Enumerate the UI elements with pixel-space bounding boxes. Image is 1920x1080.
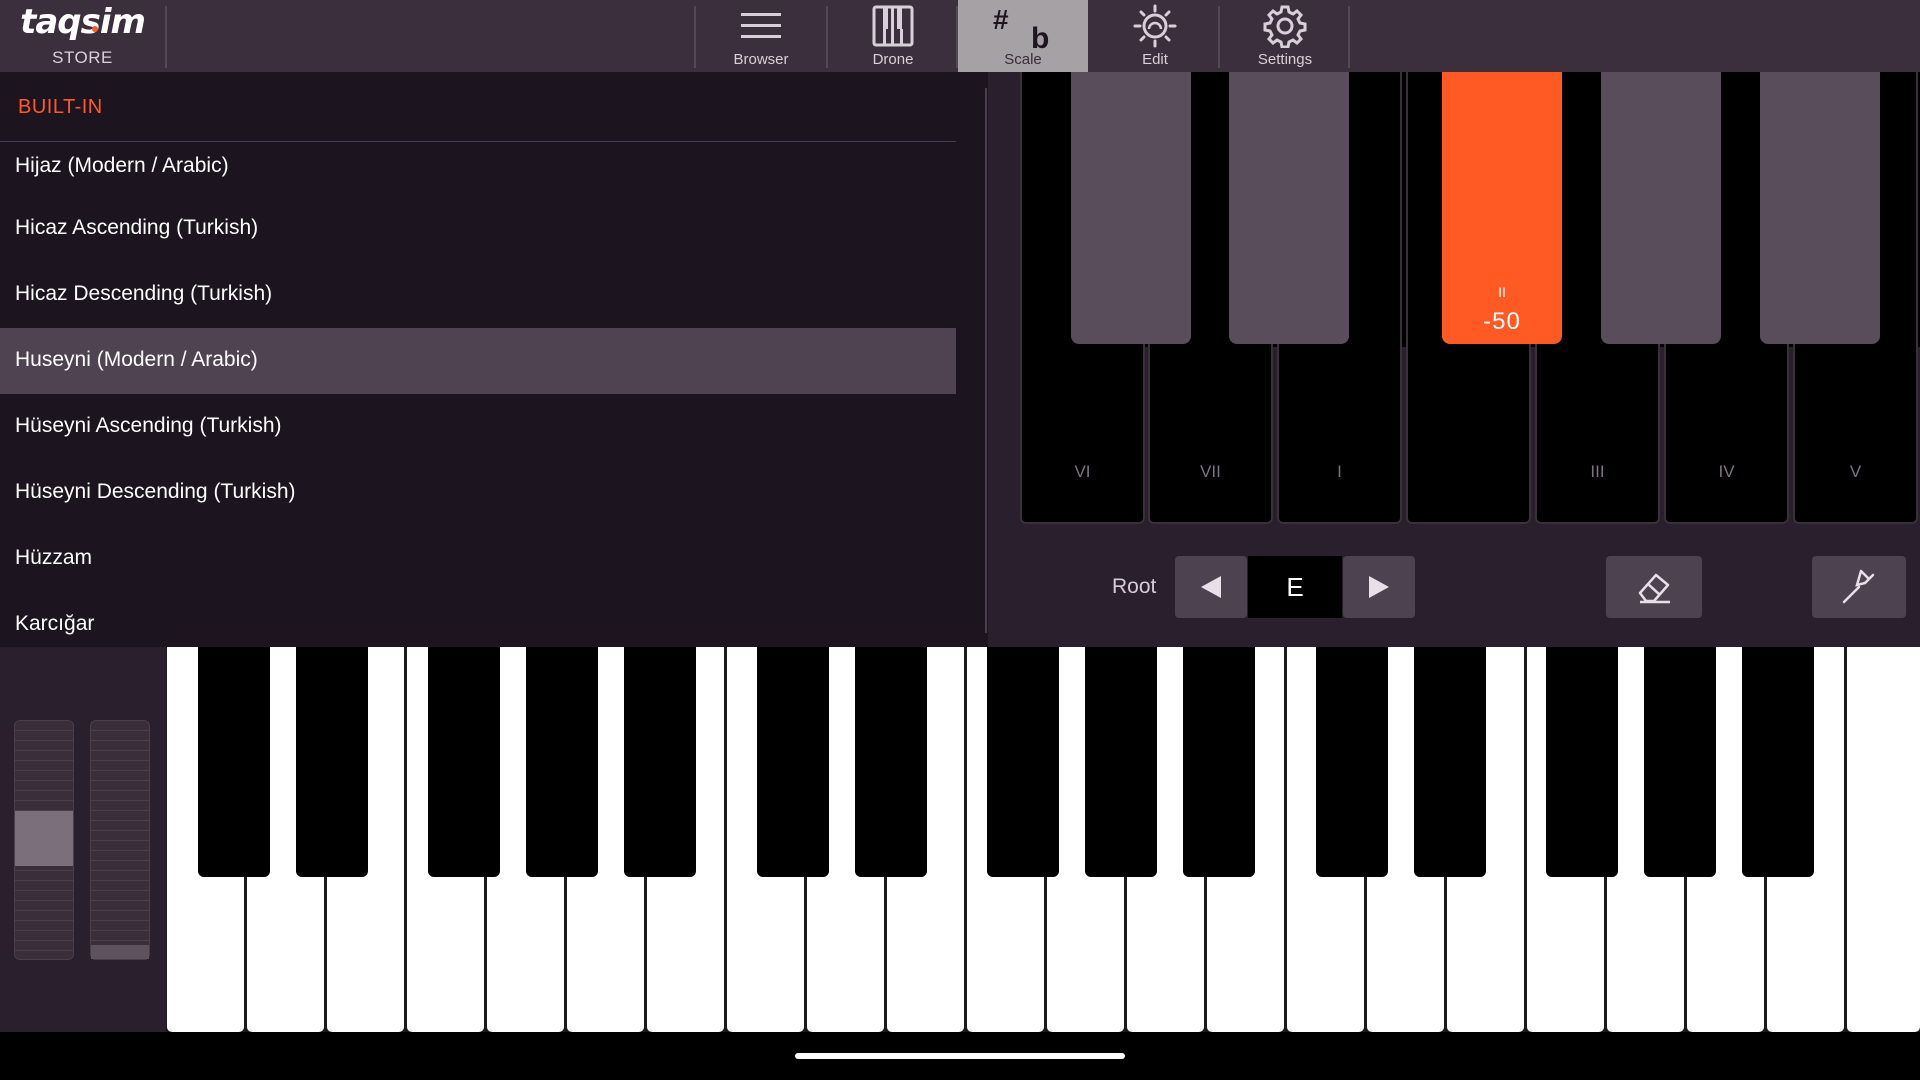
list-item-label: Hicaz Ascending (Turkish)	[15, 216, 259, 239]
eraser-icon	[1638, 573, 1670, 604]
piano-white-key[interactable]	[1847, 647, 1920, 1032]
tab-scale-label: Scale	[1004, 51, 1042, 68]
list-item[interactable]: Hüseyni Descending (Turkish)	[0, 460, 956, 526]
section-title: BUILT-IN	[18, 96, 103, 118]
list-section-header: BUILT-IN	[0, 72, 956, 142]
accidental-key[interactable]	[1071, 72, 1191, 344]
piano-black-key[interactable]	[1183, 647, 1255, 877]
piano-black-key[interactable]	[428, 647, 500, 877]
tab-drone-label: Drone	[872, 51, 914, 68]
toolbar-divider	[165, 6, 167, 68]
piano-black-key[interactable]	[526, 647, 598, 877]
list-item-label: Hüzzam	[15, 546, 93, 569]
tab-edit-label: Edit	[1142, 51, 1168, 68]
degree-label: V	[1849, 462, 1862, 481]
degree-label: IV	[1718, 462, 1735, 481]
slider-thumb[interactable]	[15, 811, 73, 866]
sharp-glyph: #	[993, 4, 1009, 35]
sun-gear-icon	[1090, 4, 1220, 48]
tab-scale[interactable]: # b Scale	[958, 0, 1088, 72]
sharp-flat-icon: # b	[958, 4, 1088, 55]
slider-thumb[interactable]	[91, 945, 149, 959]
list-item[interactable]: Hicaz Descending (Turkish)	[0, 262, 956, 328]
list-item-selected[interactable]: Huseyni (Modern / Arabic)	[0, 328, 956, 394]
piano-black-key[interactable]	[1742, 647, 1814, 877]
store-button[interactable]: taqsim STORE	[0, 0, 165, 72]
eraser-button[interactable]	[1606, 556, 1702, 618]
accidental-key-active[interactable]: II -50	[1442, 72, 1562, 344]
accidental-key[interactable]	[1601, 72, 1721, 344]
triangle-right-icon	[1369, 576, 1389, 598]
root-prev-button[interactable]	[1175, 556, 1247, 618]
piano-black-key[interactable]	[757, 647, 829, 877]
pitch-bend-slider[interactable]	[14, 720, 74, 960]
list-item-label: Hijaz (Modern / Arabic)	[15, 154, 229, 177]
tuning-fork-icon	[1842, 569, 1875, 604]
tab-settings-label: Settings	[1257, 51, 1313, 68]
gear-icon	[1220, 4, 1350, 48]
modulation-slider[interactable]	[90, 720, 150, 960]
accidental-marker: II	[1498, 284, 1506, 300]
degree-label: III	[1590, 462, 1605, 481]
tab-drone[interactable]: Drone	[828, 0, 958, 72]
toolbar-divider	[1348, 6, 1350, 68]
accidental-key[interactable]	[1229, 72, 1349, 344]
list-item-label: Huseyni (Modern / Arabic)	[15, 348, 258, 371]
piano-black-key[interactable]	[1546, 647, 1618, 877]
list-item-label: Hüseyni Ascending (Turkish)	[15, 414, 282, 437]
list-item[interactable]: Hijaz (Modern / Arabic)	[0, 142, 956, 196]
tab-edit[interactable]: Edit	[1090, 0, 1220, 72]
piano-black-key[interactable]	[1316, 647, 1388, 877]
piano-black-key[interactable]	[1414, 647, 1486, 877]
scale-list-panel: BUILT-IN Hijaz (Modern / Arabic) Hicaz A…	[0, 72, 988, 647]
tab-settings[interactable]: Settings	[1220, 0, 1350, 72]
degree-label: I	[1337, 462, 1342, 481]
list-item-label: Hicaz Descending (Turkish)	[15, 282, 273, 305]
taqsim-logo: taqsim	[20, 2, 146, 42]
accidental-key[interactable]	[1760, 72, 1880, 344]
piano-black-key[interactable]	[987, 647, 1059, 877]
tab-browser-label: Browser	[733, 51, 789, 68]
piano-keyboard	[166, 647, 1920, 1032]
accidental-cents: -50	[1483, 308, 1521, 335]
list-item[interactable]: Hüseyni Ascending (Turkish)	[0, 394, 956, 460]
list-item[interactable]: Hicaz Ascending (Turkish)	[0, 196, 956, 262]
tuning-fork-button[interactable]	[1812, 556, 1906, 618]
tab-browser[interactable]: Browser	[696, 0, 826, 72]
piano-black-key[interactable]	[1085, 647, 1157, 877]
panel-divider	[985, 88, 987, 633]
root-value: E	[1248, 556, 1342, 618]
scale-list: Hijaz (Modern / Arabic) Hicaz Ascending …	[0, 142, 956, 658]
list-item-label: Karcığar	[15, 612, 95, 635]
piano-black-key[interactable]	[1644, 647, 1716, 877]
piano-black-key[interactable]	[296, 647, 368, 877]
piano-icon	[828, 4, 958, 48]
piano-black-key[interactable]	[198, 647, 270, 877]
list-item-label: Hüseyni Descending (Turkish)	[15, 480, 296, 503]
hamburger-icon	[696, 4, 826, 48]
store-label: STORE	[52, 48, 113, 67]
degree-label: VII	[1200, 462, 1221, 481]
root-label: Root	[1112, 575, 1157, 598]
logo-dot	[92, 26, 98, 32]
degree-label: VI	[1074, 462, 1091, 481]
piano-black-key[interactable]	[624, 647, 696, 877]
top-toolbar: taqsim STORE Browser Drone # b Scale Edi…	[0, 0, 1920, 72]
home-indicator[interactable]	[795, 1053, 1125, 1059]
piano-black-key[interactable]	[855, 647, 927, 877]
root-next-button[interactable]	[1343, 556, 1415, 618]
list-item[interactable]: Hüzzam	[0, 526, 956, 592]
triangle-left-icon	[1201, 576, 1221, 598]
